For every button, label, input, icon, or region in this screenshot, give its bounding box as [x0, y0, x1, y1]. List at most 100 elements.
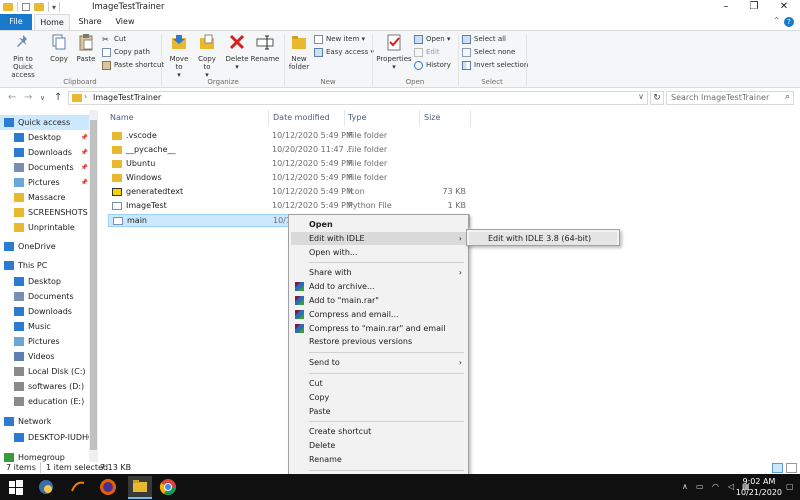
refresh-button[interactable]: ↻: [650, 91, 664, 105]
taskbar-app-firefox[interactable]: [98, 477, 118, 497]
paste-button[interactable]: Paste: [74, 33, 98, 63]
column-header-date[interactable]: Date modified: [273, 113, 330, 122]
sidebar-item-education-e[interactable]: education (E:): [0, 394, 90, 409]
menu-item-add-to-main-rar[interactable]: Add to "main.rar": [291, 294, 466, 307]
menu-item-copy[interactable]: Copy: [291, 391, 466, 404]
easy-access-button[interactable]: Easy access ▾: [314, 47, 374, 57]
file-row[interactable]: generatedtext 10/12/2020 5:49 PM Icon 73 KB: [108, 186, 470, 199]
paste-shortcut-button[interactable]: Paste shortcut: [102, 60, 164, 70]
menu-item-compress-and-email[interactable]: Compress and email...: [291, 308, 466, 321]
tab-view[interactable]: View: [110, 14, 140, 30]
taskbar-app-file-explorer[interactable]: [128, 476, 152, 499]
select-none-button[interactable]: Select none: [462, 47, 515, 57]
sidebar-item-videos[interactable]: Videos: [0, 349, 90, 364]
menu-item-add-to-archive[interactable]: Add to archive...: [291, 280, 466, 293]
file-row[interactable]: Windows 10/12/2020 5:49 PM File folder: [108, 172, 470, 185]
select-all-button[interactable]: Select all: [462, 34, 506, 44]
sidebar-item-music[interactable]: Music: [0, 319, 90, 334]
chevron-up-icon[interactable]: ⌃: [773, 16, 780, 25]
sidebar-item-screenshots[interactable]: SCREENSHOTS: [0, 205, 90, 220]
move-to-button[interactable]: Move to ▾: [166, 33, 192, 79]
new-folder-button[interactable]: New folder: [286, 33, 312, 71]
sidebar-item-onedrive[interactable]: OneDrive: [0, 239, 90, 254]
sidebar-item-desktop[interactable]: Desktop 📌: [0, 130, 90, 145]
menu-item-open[interactable]: Open: [291, 218, 466, 231]
forward-arrow-icon[interactable]: →: [24, 92, 32, 103]
open-button[interactable]: Open ▾: [414, 34, 450, 44]
help-icon[interactable]: ?: [784, 17, 794, 27]
file-row[interactable]: .vscode 10/12/2020 5:49 PM File folder: [108, 130, 470, 143]
sidebar-item-downloads[interactable]: Downloads: [0, 304, 90, 319]
minimize-button[interactable]: –: [712, 0, 740, 14]
up-arrow-icon[interactable]: ↑: [54, 92, 62, 103]
notifications-icon[interactable]: ▢: [786, 482, 794, 491]
sidebar-item-pictures[interactable]: Pictures 📌: [0, 175, 90, 190]
search-icon[interactable]: ⌕: [785, 92, 790, 102]
details-view-button[interactable]: [772, 463, 783, 473]
menu-item-compress-to-main-rar-and-email[interactable]: Compress to "main.rar" and email: [291, 322, 466, 335]
volume-icon[interactable]: ◁: [728, 482, 734, 491]
copy-to-button[interactable]: Copy to ▾: [194, 33, 220, 79]
tab-home[interactable]: Home: [34, 14, 70, 30]
file-row[interactable]: __pycache__ 10/20/2020 11:47 ... File fold…: [108, 144, 470, 157]
tab-file[interactable]: File: [0, 14, 32, 30]
close-button[interactable]: ✕: [770, 0, 798, 14]
sidebar-item-pictures[interactable]: Pictures: [0, 334, 90, 349]
cut-button[interactable]: ✂ Cut: [102, 34, 126, 44]
menu-item-paste[interactable]: Paste: [291, 405, 466, 418]
address-bar[interactable]: › ImageTestTrainer ∨: [68, 91, 648, 105]
file-row[interactable]: Ubuntu 10/12/2020 5:49 PM File folder: [108, 158, 470, 171]
menu-item-delete[interactable]: Delete: [291, 439, 466, 452]
taskbar-app-blender[interactable]: [68, 477, 88, 497]
sidebar-item-documents[interactable]: Documents 📌: [0, 160, 90, 175]
menu-item-cut[interactable]: Cut: [291, 377, 466, 390]
sidebar-item-network[interactable]: Network: [0, 414, 90, 429]
sidebar-item-quick-access[interactable]: Quick access: [0, 115, 90, 130]
taskbar-app-python[interactable]: [36, 477, 56, 497]
edit-button[interactable]: Edit: [414, 47, 440, 57]
sidebar-item-local-disk-c[interactable]: Local Disk (C:): [0, 364, 90, 379]
sidebar-item-massacre[interactable]: Massacre: [0, 190, 90, 205]
column-header-name[interactable]: Name: [110, 113, 134, 122]
column-header-type[interactable]: Type: [348, 113, 366, 122]
new-folder-icon[interactable]: [34, 3, 44, 11]
properties-icon[interactable]: [22, 3, 30, 11]
taskbar-app-chrome[interactable]: [158, 477, 178, 497]
menu-item-open-with[interactable]: Open with...: [291, 246, 466, 259]
address-path[interactable]: ImageTestTrainer: [93, 93, 161, 102]
customize-quick-access-dropdown[interactable]: ▾: [52, 3, 56, 12]
properties-button[interactable]: Properties ▾: [376, 33, 412, 71]
menu-item-restore-previous-versions[interactable]: Restore previous versions: [291, 335, 466, 348]
sidebar-item-documents[interactable]: Documents: [0, 289, 90, 304]
sidebar-item-desktop[interactable]: Desktop: [0, 274, 90, 289]
chevron-right-icon[interactable]: ›: [84, 92, 87, 101]
sidebar-item-softwares-d[interactable]: softwares (D:): [0, 379, 90, 394]
rename-button[interactable]: Rename: [250, 33, 280, 63]
file-row[interactable]: ImageTest 10/12/2020 5:49 PM Python File 1 …: [108, 200, 470, 213]
copy-button[interactable]: Copy: [46, 33, 72, 63]
wifi-icon[interactable]: ◠: [712, 482, 719, 491]
new-item-button[interactable]: New item ▾: [314, 34, 365, 44]
copy-path-button[interactable]: Copy path: [102, 47, 150, 57]
large-icons-view-button[interactable]: [786, 463, 797, 473]
sidebar-item-this-pc[interactable]: This PC: [0, 258, 90, 273]
maximize-button[interactable]: ❐: [740, 0, 768, 14]
pin-to-quick-access-button[interactable]: Pin to Quick access: [2, 33, 44, 79]
menu-item-create-shortcut[interactable]: Create shortcut: [291, 425, 466, 438]
column-header-size[interactable]: Size: [424, 113, 440, 122]
tab-share[interactable]: Share: [74, 14, 106, 30]
battery-icon[interactable]: ▭: [696, 482, 704, 491]
search-input[interactable]: Search ImageTestTrainer ⌕: [666, 91, 794, 105]
sidebar-item-unprintable[interactable]: Unprintable: [0, 220, 90, 235]
tray-overflow-icon[interactable]: ∧: [682, 482, 688, 491]
back-arrow-icon[interactable]: ←: [8, 92, 16, 103]
menu-item-edit-with-idle[interactable]: Edit with IDLE ›: [291, 231, 466, 245]
system-clock[interactable]: 9:02 AM 10/21/2020: [736, 476, 782, 498]
invert-selection-button[interactable]: Invert selection: [462, 60, 528, 70]
menu-item-send-to[interactable]: Send to ›: [291, 356, 466, 369]
nav-scrollbar-thumb[interactable]: [90, 120, 97, 450]
sidebar-item-desktop-iudhc[interactable]: DESKTOP-IUDHC: [0, 430, 90, 445]
recent-locations-icon[interactable]: ∨: [40, 94, 45, 102]
start-button[interactable]: [6, 477, 26, 497]
history-button[interactable]: History: [414, 60, 451, 70]
